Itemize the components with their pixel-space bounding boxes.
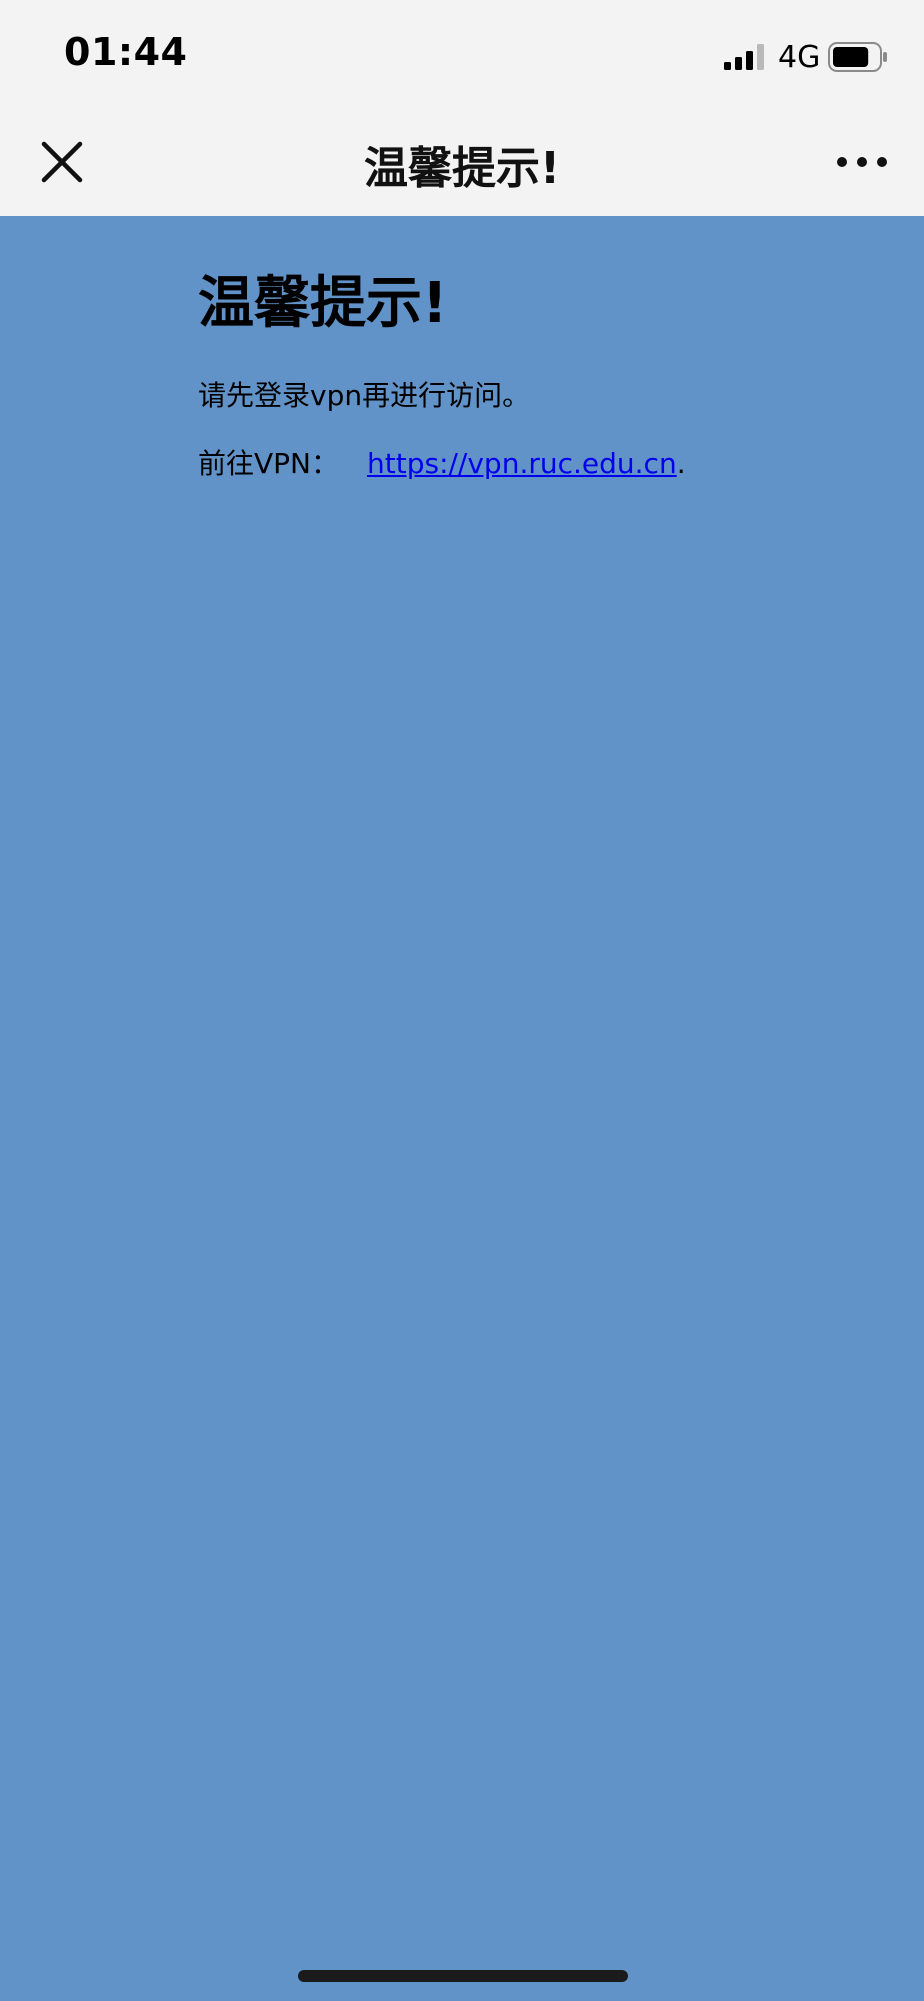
- battery-icon: [828, 42, 887, 72]
- signal-bars-icon: [724, 44, 764, 70]
- close-button[interactable]: [36, 136, 88, 188]
- status-time: 01:44: [64, 30, 188, 74]
- page-heading: 温馨提示!: [198, 271, 448, 336]
- more-button[interactable]: [830, 142, 894, 182]
- vpn-link[interactable]: https://vpn.ruc.edu.cn: [367, 447, 677, 480]
- vpn-suffix: .: [676, 447, 686, 480]
- notice-text: 请先登录vpn再进行访问。: [198, 379, 531, 412]
- status-bar: 01:44 4G: [0, 0, 924, 112]
- nav-title: 温馨提示!: [363, 143, 561, 194]
- more-dots-icon: [837, 157, 887, 167]
- home-indicator: [298, 1970, 628, 1982]
- vpn-prefix: 前往VPN：: [198, 447, 339, 480]
- vpn-line: 前往VPN： https://vpn.ruc.edu.cn.: [198, 442, 686, 482]
- page-content: 温馨提示! 请先登录vpn再进行访问。 前往VPN： https://vpn.ru…: [0, 216, 924, 2001]
- network-label: 4G: [778, 40, 821, 75]
- close-icon: [41, 141, 83, 183]
- nav-bar: 温馨提示!: [0, 112, 924, 216]
